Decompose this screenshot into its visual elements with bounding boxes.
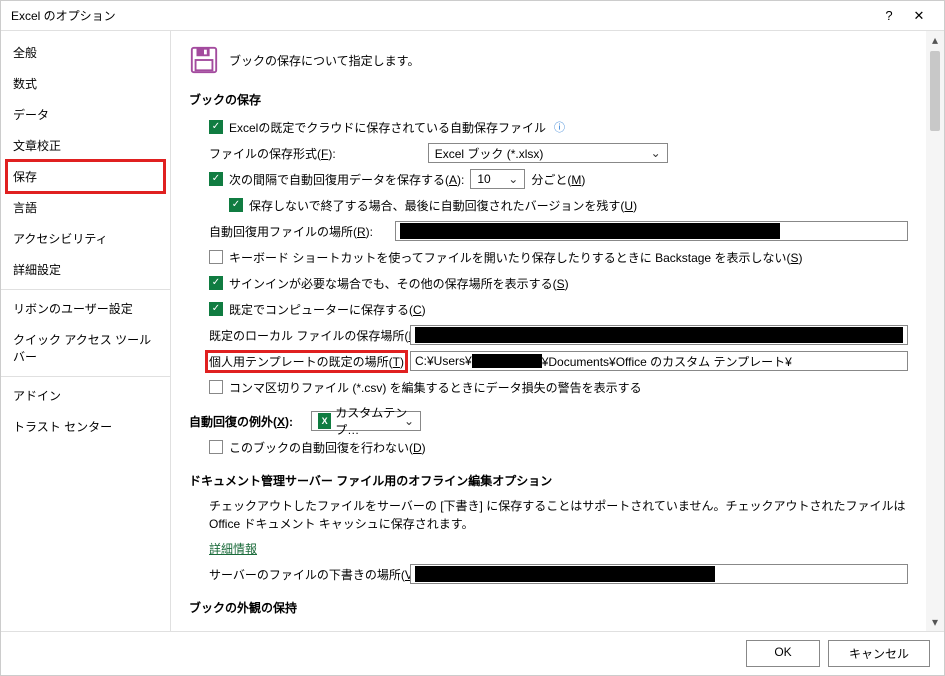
- lbl-disable-autorecover: このブックの自動回復を行わない(D): [229, 439, 426, 456]
- save-icon: [189, 45, 219, 75]
- scroll-down-icon[interactable]: ▾: [926, 613, 944, 631]
- lbl-keep-last: 保存しないで終了する場合、最後に自動回復されたバージョンを残す(U): [249, 197, 637, 214]
- cancel-button[interactable]: キャンセル: [828, 640, 930, 667]
- template-path-prefix: C:¥Users¥: [415, 354, 472, 368]
- chk-disable-autorecover[interactable]: [209, 440, 223, 454]
- chk-keep-last[interactable]: [229, 198, 243, 212]
- sidebar-item-7[interactable]: 詳細設定: [1, 254, 170, 285]
- close-button[interactable]: ✕: [904, 8, 934, 24]
- lbl-drafts-loc: サーバーのファイルの下書きの場所(V):: [209, 566, 404, 583]
- lbl-other-loc: サインインが必要な場合でも、その他の保存場所を表示する(S): [229, 275, 569, 292]
- select-file-format[interactable]: Excel ブック (*.xlsx): [428, 143, 668, 163]
- lbl-backstage: キーボード ショートカットを使ってファイルを開いたり保存したりするときに Bac…: [229, 249, 802, 266]
- lbl-csv-warn: コンマ区切りファイル (*.csv) を編集するときにデータ損失の警告を表示する: [229, 379, 642, 396]
- input-autorecover-loc[interactable]: [395, 221, 908, 241]
- window-title: Excel のオプション: [11, 7, 874, 24]
- input-template-loc[interactable]: C:¥Users¥ ¥Documents¥Office のカスタム テンプレート…: [410, 351, 908, 371]
- lbl-autorecover-interval: 次の間隔で自動回復用データを保存する(A):: [229, 171, 464, 188]
- lbl-default-local: 既定のローカル ファイルの保存場所(I):: [209, 327, 404, 344]
- section-autorecover-except: 自動回復の例外(X):: [189, 413, 293, 430]
- sidebar-item-2[interactable]: データ: [1, 99, 170, 130]
- sidebar-item-9[interactable]: クイック アクセス ツール バー: [1, 324, 170, 372]
- ok-button[interactable]: OK: [746, 640, 820, 667]
- input-default-local[interactable]: [410, 325, 908, 345]
- sidebar-item-1[interactable]: 数式: [1, 68, 170, 99]
- lbl-template-loc: 個人用テンプレートの既定の場所(T):: [209, 353, 404, 370]
- sidebar-item-8[interactable]: リボンのユーザー設定: [1, 289, 170, 324]
- section-save-books: ブックの保存: [189, 91, 908, 108]
- section-offline: ドキュメント管理サーバー ファイル用のオフライン編集オプション: [189, 472, 908, 489]
- scrollbar[interactable]: ▴ ▾: [926, 31, 944, 631]
- select-except-book[interactable]: X カスタムテンプ…: [311, 411, 421, 431]
- link-more-info[interactable]: 詳細情報: [209, 540, 257, 557]
- sidebar-item-11[interactable]: トラスト センター: [1, 411, 170, 442]
- scroll-up-icon[interactable]: ▴: [926, 31, 944, 49]
- chk-autorecover-interval[interactable]: [209, 172, 223, 186]
- scroll-thumb[interactable]: [930, 51, 940, 131]
- lbl-save-computer: 既定でコンピューターに保存する(C): [229, 301, 426, 318]
- template-path-suffix: ¥Documents¥Office のカスタム テンプレート¥: [542, 353, 792, 370]
- lbl-autosave-cloud: Excelの既定でクラウドに保存されている自動保存ファイル: [229, 119, 546, 136]
- sidebar-item-0[interactable]: 全般: [1, 37, 170, 68]
- chk-backstage[interactable]: [209, 250, 223, 264]
- page-header-text: ブックの保存について指定します。: [229, 52, 419, 69]
- chk-csv-warn[interactable]: [209, 380, 223, 394]
- chk-other-loc[interactable]: [209, 276, 223, 290]
- help-button[interactable]: ?: [874, 8, 904, 23]
- chk-autosave-cloud[interactable]: [209, 120, 223, 134]
- lbl-autorecover-unit: 分ごと(M): [531, 171, 585, 188]
- chk-save-computer[interactable]: [209, 302, 223, 316]
- excel-icon: X: [318, 413, 331, 429]
- sidebar-item-6[interactable]: アクセシビリティ: [1, 223, 170, 254]
- offline-note: チェックアウトしたファイルをサーバーの [下書き] に保存することはサポートされ…: [189, 497, 908, 533]
- sidebar-item-4[interactable]: 保存: [1, 161, 170, 192]
- sidebar-item-5[interactable]: 言語: [1, 192, 170, 223]
- section-appearance: ブックの外観の保持: [189, 599, 908, 616]
- lbl-file-format: ファイルの保存形式(F):: [209, 145, 336, 162]
- options-content: ブックの保存について指定します。 ブックの保存 Excelの既定でクラウドに保存…: [171, 31, 926, 631]
- sidebar-item-3[interactable]: 文章校正: [1, 130, 170, 161]
- lbl-autorecover-loc: 自動回復用ファイルの場所(R):: [209, 223, 389, 240]
- options-sidebar: 全般数式データ文章校正保存言語アクセシビリティ詳細設定リボンのユーザー設定クイッ…: [1, 31, 171, 631]
- sidebar-item-10[interactable]: アドイン: [1, 376, 170, 411]
- spin-autorecover-minutes[interactable]: 10: [470, 169, 525, 189]
- input-drafts-loc[interactable]: [410, 564, 908, 584]
- info-icon[interactable]: ⓘ: [554, 119, 565, 135]
